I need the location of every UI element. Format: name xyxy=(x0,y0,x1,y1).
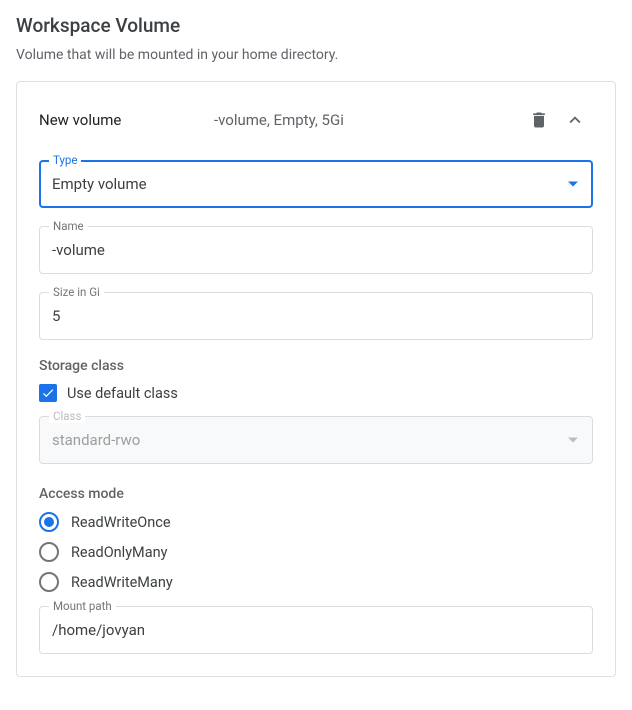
use-default-class-label: Use default class xyxy=(67,385,178,402)
delete-button[interactable] xyxy=(521,102,557,138)
card-title: New volume xyxy=(39,111,214,129)
size-field-wrap: Size in Gi xyxy=(39,292,593,340)
size-label: Size in Gi xyxy=(49,285,104,299)
mount-path-container xyxy=(39,606,593,654)
radio-label-rwo: ReadWriteOnce xyxy=(71,514,171,531)
radio-circle xyxy=(39,572,59,592)
mount-path-input[interactable] xyxy=(52,621,580,639)
type-field-wrap: Type Empty volume xyxy=(39,160,593,208)
volume-card: New volume -volume, Empty, 5Gi Type Empt… xyxy=(16,81,616,677)
type-label: Type xyxy=(49,153,81,167)
storage-class-title: Storage class xyxy=(39,358,593,374)
radio-label-rom: ReadOnlyMany xyxy=(71,544,167,561)
size-field-container xyxy=(39,292,593,340)
storage-class-section: Storage class Use default class Class st… xyxy=(39,358,593,464)
dropdown-arrow-icon xyxy=(568,437,578,443)
radio-readonlymany[interactable]: ReadOnlyMany xyxy=(39,542,593,562)
mount-path-label: Mount path xyxy=(49,599,116,613)
trash-icon xyxy=(529,110,549,130)
radio-label-rwm: ReadWriteMany xyxy=(71,574,173,591)
name-input[interactable] xyxy=(52,241,580,259)
card-header: New volume -volume, Empty, 5Gi xyxy=(39,102,593,138)
chevron-up-icon xyxy=(564,109,586,131)
radio-circle xyxy=(39,512,59,532)
access-mode-section: Access mode ReadWriteOnce ReadOnlyMany R… xyxy=(39,486,593,654)
collapse-button[interactable] xyxy=(557,102,593,138)
name-field-container xyxy=(39,226,593,274)
class-label: Class xyxy=(49,409,85,423)
size-input[interactable] xyxy=(52,307,580,325)
type-value: Empty volume xyxy=(52,175,147,193)
radio-readwriteonce[interactable]: ReadWriteOnce xyxy=(39,512,593,532)
class-value: standard-rwo xyxy=(52,431,140,449)
page-description: Volume that will be mounted in your home… xyxy=(16,47,616,63)
class-field-wrap: Class standard-rwo xyxy=(39,416,593,464)
card-summary: -volume, Empty, 5Gi xyxy=(214,111,521,129)
type-select[interactable]: Empty volume xyxy=(39,160,593,208)
radio-dot xyxy=(44,517,54,527)
mount-path-wrap: Mount path xyxy=(39,606,593,654)
use-default-class-checkbox[interactable]: Use default class xyxy=(39,384,593,402)
radio-readwritemany[interactable]: ReadWriteMany xyxy=(39,572,593,592)
access-mode-title: Access mode xyxy=(39,486,593,502)
name-field-wrap: Name xyxy=(39,226,593,274)
dropdown-arrow-icon xyxy=(568,181,578,187)
page-title: Workspace Volume xyxy=(16,14,616,37)
check-icon xyxy=(41,386,55,400)
checkbox-box xyxy=(39,384,57,402)
class-select: standard-rwo xyxy=(39,416,593,464)
radio-circle xyxy=(39,542,59,562)
name-label: Name xyxy=(49,219,88,233)
